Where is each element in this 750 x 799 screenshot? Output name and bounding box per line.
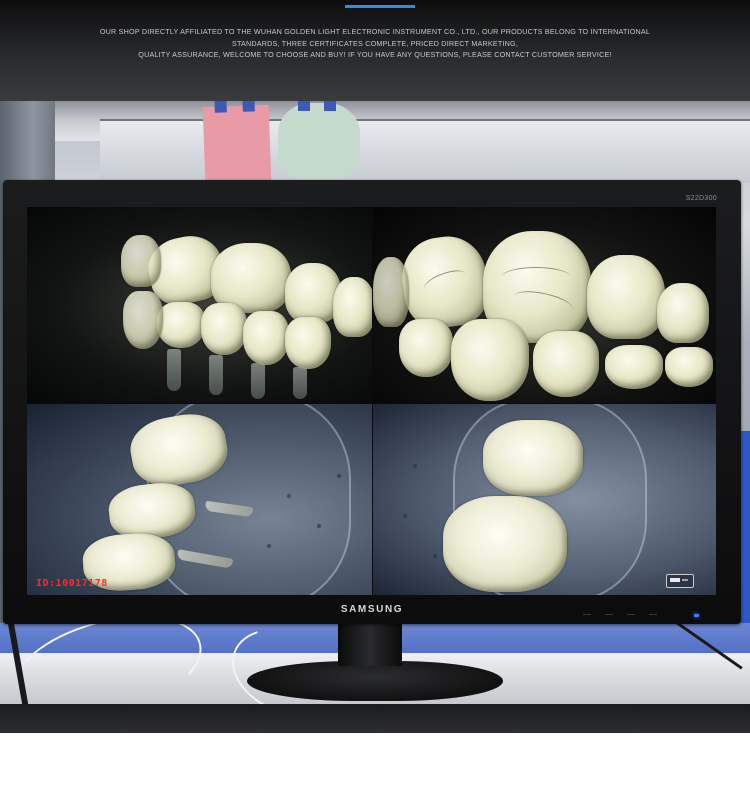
molar bbox=[483, 420, 583, 496]
osd-device-id: ID:10017178 bbox=[36, 578, 108, 589]
speckle bbox=[433, 554, 437, 558]
bezel-button bbox=[605, 614, 613, 615]
quadrant-divider bbox=[372, 207, 373, 595]
image-quadrant-molars bbox=[27, 404, 372, 595]
monitor-stand-neck bbox=[338, 624, 402, 666]
lower-tooth bbox=[665, 347, 713, 387]
bottom-band bbox=[0, 704, 750, 733]
notice-line-1: OUR SHOP DIRECTLY AFFILIATED TO THE WUHA… bbox=[99, 27, 651, 36]
quadrant-divider bbox=[27, 403, 716, 404]
sticky-note-pink bbox=[202, 101, 272, 184]
speckle bbox=[413, 464, 417, 468]
background-window bbox=[100, 119, 750, 183]
tooth-root bbox=[167, 349, 181, 391]
image-quadrant-cracked-teeth bbox=[373, 207, 716, 403]
note-clip bbox=[324, 101, 336, 111]
speckle bbox=[267, 544, 271, 548]
lower-tooth bbox=[451, 319, 529, 401]
lower-tooth bbox=[605, 345, 663, 389]
sticky-note-green bbox=[278, 101, 360, 179]
power-led bbox=[694, 614, 699, 617]
usb-icon bbox=[666, 574, 694, 588]
product-photo: S22D300 ID:10017178 SAMSUNG bbox=[0, 101, 750, 704]
bezel-button bbox=[649, 614, 657, 615]
shop-notice: OUR SHOP DIRECTLY AFFILIATED TO THE WUHA… bbox=[60, 26, 690, 61]
upper-lateral bbox=[121, 235, 161, 287]
notice-line-2: STANDARDS, THREE CERTIFICATES COMPLETE, … bbox=[231, 38, 519, 48]
notice-line-3: QUALITY ASSURANCE, WELCOME TO CHOOSE AND… bbox=[138, 50, 612, 59]
lower-incisor bbox=[285, 317, 331, 369]
header-banner: OUR SHOP DIRECTLY AFFILIATED TO THE WUHA… bbox=[0, 0, 750, 101]
speckle bbox=[287, 494, 291, 498]
speckle bbox=[337, 474, 341, 478]
lower-incisor bbox=[243, 311, 289, 365]
bezel-button bbox=[627, 614, 635, 615]
upper-tooth bbox=[587, 255, 665, 339]
image-quadrant-two-molars bbox=[373, 404, 716, 595]
note-clip bbox=[214, 101, 227, 113]
note-clip bbox=[242, 101, 255, 112]
lower-canine bbox=[123, 291, 163, 349]
upper-canine bbox=[333, 277, 372, 337]
tooth-root bbox=[209, 355, 223, 395]
tooth-root bbox=[293, 367, 307, 399]
upper-tooth bbox=[373, 257, 409, 327]
page-bottom bbox=[0, 733, 750, 799]
speckle bbox=[317, 524, 321, 528]
molar bbox=[443, 496, 567, 592]
bezel-button bbox=[583, 614, 591, 615]
tooth-crack bbox=[501, 267, 571, 288]
lower-tooth bbox=[533, 331, 599, 397]
tooth-root bbox=[251, 363, 265, 399]
lower-incisor bbox=[157, 302, 205, 348]
upper-tooth bbox=[657, 283, 709, 343]
lower-incisor bbox=[201, 303, 247, 355]
monitor: S22D300 ID:10017178 SAMSUNG bbox=[3, 180, 741, 624]
speckle bbox=[403, 514, 407, 518]
monitor-stand-base bbox=[247, 661, 503, 701]
lower-tooth bbox=[399, 319, 453, 377]
monitor-screen: ID:10017178 bbox=[27, 207, 716, 595]
monitor-model-label: S22D300 bbox=[685, 195, 717, 202]
accent-line bbox=[345, 5, 415, 8]
image-quadrant-front-teeth bbox=[27, 207, 372, 403]
note-clip bbox=[298, 101, 310, 111]
